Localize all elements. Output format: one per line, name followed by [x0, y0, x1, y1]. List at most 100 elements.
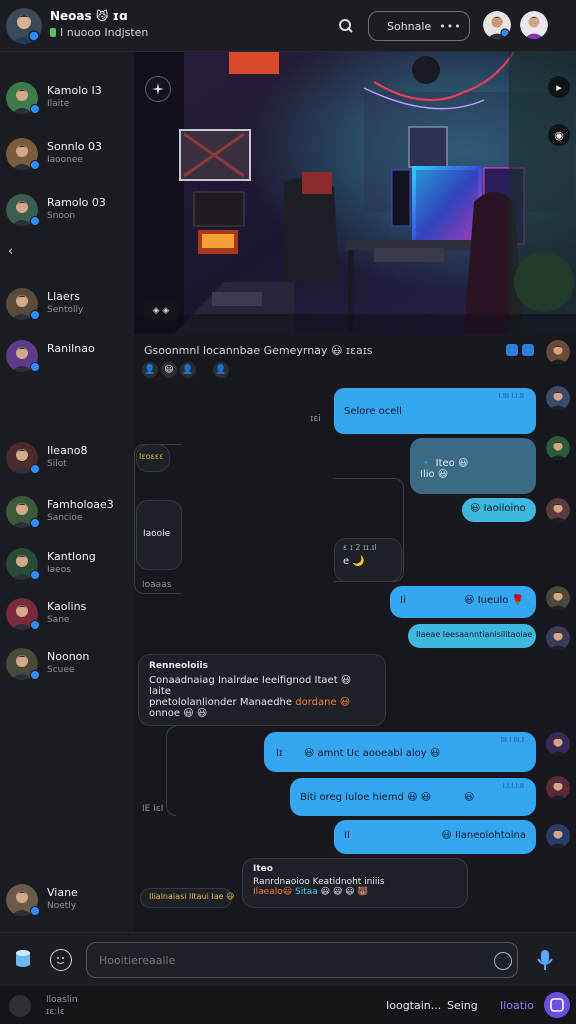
message-bubble[interactable]: Iɛoɛɛɛ — [136, 444, 170, 472]
message-bubble[interactable]: Ilaeae Ieesaanntianisilitaoiae — [408, 624, 536, 648]
message-author: Iteo — [253, 864, 273, 874]
contact-name: Kaolins — [47, 600, 87, 613]
contact-subtitle: Noetly — [47, 901, 77, 911]
sender-avatar[interactable] — [546, 436, 570, 460]
more-options-icon[interactable]: ••• — [439, 20, 461, 33]
contact-subtitle: Iaeos — [47, 565, 71, 575]
media-caption: Gsoonmnl Iocannbae Gemeyrnay 😃 ɪɛaɪs — [144, 344, 373, 357]
message-text: 🔹 Iteo 😃 — [420, 458, 469, 469]
message-time: I.I.I.I.II — [502, 782, 524, 790]
verified-badge-icon — [30, 464, 40, 474]
sender-avatar[interactable] — [546, 340, 570, 364]
bottom-nav: Iloaslin ɪɛ:Iɛ Ioogtain... Seing Iloatio — [0, 986, 576, 1024]
sender-avatar[interactable] — [546, 586, 570, 610]
message-text: II — [344, 830, 350, 841]
settings-gear-icon[interactable] — [9, 995, 31, 1017]
nav-tab[interactable]: Seing — [447, 999, 478, 1012]
message-bubble[interactable]: Ilialnaiasi Iltaui Iae 😃 — [140, 888, 234, 908]
reaction-avatar-icon[interactable]: 👤 — [180, 362, 196, 378]
message-author: Renneoloiis — [149, 661, 208, 671]
message-highlight: Ilaealo😃 — [253, 887, 295, 897]
nav-tab-active[interactable]: Iloatio — [500, 999, 534, 1012]
reaction-row[interactable]: 👤 😃 👤 👤 — [142, 362, 229, 378]
sender-avatar[interactable] — [546, 626, 570, 650]
contact-item[interactable]: Kamolo I3 Ilaite — [0, 78, 134, 128]
message-text: 😃 amnt Uc aooeabl aloy 😃 — [303, 748, 441, 759]
contact-name: Llaers — [47, 290, 80, 303]
participant-avatar-2[interactable] — [520, 11, 548, 39]
contact-subtitle: Sane — [47, 615, 70, 625]
contact-item[interactable]: Ileano8 Silot — [0, 438, 134, 488]
copy-icon[interactable] — [506, 344, 518, 356]
search-button[interactable] — [334, 14, 358, 38]
verified-badge-icon — [30, 104, 40, 114]
contact-item[interactable]: Kaolins Sane — [0, 594, 134, 644]
contact-item[interactable]: Ranilnao — [0, 336, 134, 386]
verified-badge-icon — [30, 518, 40, 528]
emoji-button[interactable] — [50, 949, 72, 971]
share-icon[interactable] — [522, 344, 534, 356]
sparkle-icon — [152, 83, 164, 95]
media-side-button-2[interactable]: ◉ — [548, 124, 570, 146]
contact-name: Famholoae3 — [47, 498, 114, 511]
message-bubble[interactable]: ɛ ɪ 2 ɪɪ.ɪl e 🌙 — [334, 538, 402, 582]
message-bubble[interactable]: Iaoole — [136, 500, 182, 570]
nav-tab[interactable]: Ioogtain... — [386, 999, 441, 1012]
verified-badge-icon — [30, 362, 40, 372]
top-bar: Neoas 😼 ɪɑ I nuooo Indjsten Sohnale ••• — [0, 0, 576, 52]
contact-item[interactable]: Viane Noetly — [0, 880, 134, 930]
input-emoji-icon[interactable] — [494, 952, 512, 970]
connection-label: Iloaslin — [46, 995, 78, 1005]
contact-item[interactable]: Sonnlo 03 Iaoonee — [0, 134, 134, 184]
media-side-button-1[interactable]: ▸ — [548, 76, 570, 98]
message-bubble[interactable]: Ii 😃 Iueulo 🌹 — [390, 586, 536, 618]
contact-item[interactable]: Ramolo 03 Snoon — [0, 190, 134, 240]
media-expand-button[interactable] — [145, 76, 171, 102]
participant-avatar[interactable] — [483, 11, 511, 39]
reaction-avatar-icon[interactable]: 👤 — [142, 362, 158, 378]
my-avatar[interactable] — [6, 8, 42, 44]
scene-selector[interactable]: Sohnale ••• — [368, 11, 470, 41]
message-bubble[interactable]: I.III I.I.II Selore ocell — [334, 388, 536, 434]
message-bubble[interactable]: I.I.I.I.II Biti oreg iuloe hiemd 😃 😃 😃 — [290, 778, 536, 816]
message-status: Ioaaas — [142, 580, 172, 590]
sender-avatar[interactable] — [546, 386, 570, 410]
database-icon[interactable] — [14, 949, 32, 969]
compose-icon — [550, 998, 564, 1012]
message-bubble[interactable]: II 😃 Ilaneoiohtoina — [334, 820, 536, 854]
collapse-sidebar-button[interactable]: ‹ — [8, 244, 13, 259]
message-time: I.III I.I.II — [498, 392, 524, 400]
contact-item[interactable]: Noonon Scuee — [0, 644, 134, 694]
media-toolbar[interactable]: ◈ ◈ — [144, 302, 178, 320]
reaction-avatar-icon[interactable]: 👤 — [213, 362, 229, 378]
message-text: Ilio 😃 — [420, 469, 449, 480]
contact-subtitle: Snoon — [47, 211, 76, 221]
contact-name: Ileano8 — [47, 444, 88, 457]
message-bubble[interactable]: Iteo Ranrdnaoioo Keatidnoht iniiis Ilaea… — [242, 858, 468, 908]
contact-item[interactable]: Famholoae3 Sancioe — [0, 492, 134, 542]
sender-avatar[interactable] — [546, 732, 570, 756]
contact-item[interactable]: Llaers Sentolly — [0, 284, 134, 334]
reaction-emoji-icon[interactable]: 😃 — [161, 362, 177, 378]
compose-button[interactable] — [544, 992, 570, 1018]
contact-item[interactable]: Kantlong Iaeos — [0, 544, 134, 594]
sender-avatar[interactable] — [546, 824, 570, 848]
message-bubble[interactable]: 😃 Iaoiloino — [462, 498, 536, 522]
verified-badge-icon — [30, 310, 40, 320]
sender-avatar[interactable] — [546, 498, 570, 522]
message-bubble[interactable]: 🔹 Iteo 😃 Ilio 😃 — [410, 438, 536, 494]
sender-avatar[interactable] — [546, 776, 570, 800]
contact-subtitle: Iaoonee — [47, 155, 83, 165]
microphone-icon[interactable] — [536, 949, 554, 971]
caption-actions[interactable] — [506, 344, 534, 356]
verified-badge-icon — [30, 670, 40, 680]
shared-image[interactable]: ◈ ◈ ▸ ◉ — [134, 52, 576, 334]
message-text: pnetololanlionder Manaedhe — [149, 697, 293, 708]
contact-name: Kamolo I3 — [47, 84, 102, 97]
contact-subtitle: Scuee — [47, 665, 75, 675]
message-input[interactable] — [86, 942, 518, 978]
message-bubble[interactable]: Renneoloiis Conaadnaiag Inalrdae Ieeifig… — [138, 654, 386, 726]
message-bubble[interactable]: III I III.I Iɪ 😃 amnt Uc aooeabl aloy 😃 — [264, 732, 536, 772]
my-status: I nuooo Indjsten — [50, 26, 148, 39]
message-composer — [0, 932, 576, 986]
